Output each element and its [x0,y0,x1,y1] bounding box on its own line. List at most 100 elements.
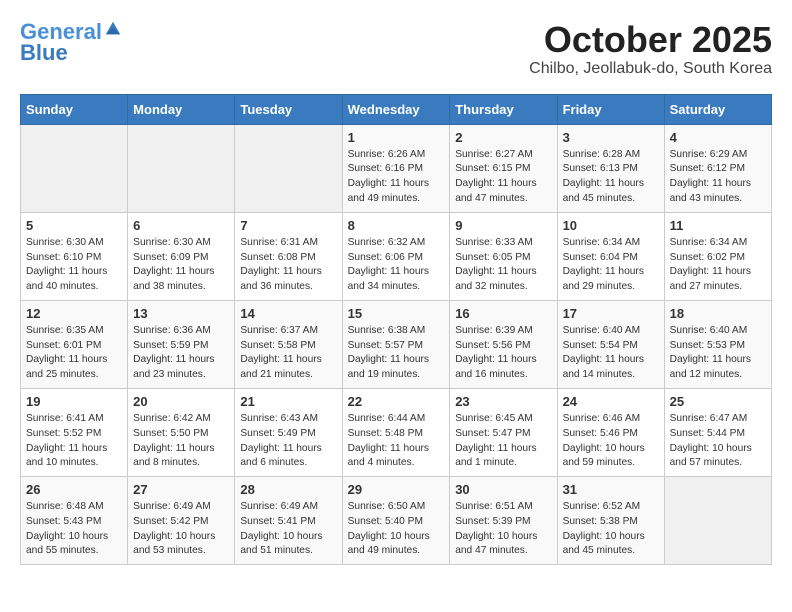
logo-icon [104,20,122,38]
day-info: Sunrise: 6:37 AM Sunset: 5:58 PM Dayligh… [240,324,336,383]
calendar-cell: 29Sunrise: 6:50 AM Sunset: 5:40 PM Dayli… [342,477,450,565]
calendar-cell: 11 Sunrise: 6:34 AM Sunset: 6:02 PM Dayli… [664,212,771,300]
calendar-cell: 23 Sunrise: 6:45 AM Sunset: 5:47 PM Dayli… [450,388,557,476]
day-number: 30 [455,482,551,497]
day-info: Sunrise: 6:32 AM Sunset: 6:06 PM Dayligh… [348,236,445,295]
day-info: Sunrise: 6:28 AM Sunset: 6:13 PM Dayligh… [563,148,659,207]
day-number: 7 [240,218,336,233]
day-number: 5 [26,218,122,233]
calendar-week-5: 26 Sunrise: 6:48 AM Sunset: 5:43 PM Dayli… [21,477,772,565]
calendar-cell: 18 Sunrise: 6:40 AM Sunset: 5:53 PM Dayli… [664,300,771,388]
day-info: Sunrise: 6:33 AM Sunset: 6:05 PM Dayligh… [455,236,551,295]
calendar-cell [235,124,342,212]
day-info: Sunrise: 6:44 AM Sunset: 5:48 PM Dayligh… [348,412,445,471]
day-number: 19 [26,394,122,409]
day-number: 13 [133,306,229,321]
calendar-table: SundayMondayTuesdayWednesdayThursdayFrid… [20,94,772,566]
calendar-cell: 14 Sunrise: 6:37 AM Sunset: 5:58 PM Dayli… [235,300,342,388]
title-block: October 2025 Chilbo, Jeollabuk-do, South… [529,20,772,78]
day-info: Sunrise: 6:34 AM Sunset: 6:04 PM Dayligh… [563,236,659,295]
day-number: 24 [563,394,659,409]
day-number: 12 [26,306,122,321]
day-number: 8 [348,218,445,233]
calendar-cell: 17 Sunrise: 6:40 AM Sunset: 5:54 PM Dayli… [557,300,664,388]
day-info: Sunrise: 6:30 AM Sunset: 6:09 PM Dayligh… [133,236,229,295]
calendar-cell: 5 Sunrise: 6:30 AM Sunset: 6:10 PM Daylig… [21,212,128,300]
day-number: 28 [240,482,336,497]
day-info: Sunrise: 6:45 AM Sunset: 5:47 PM Dayligh… [455,412,551,471]
weekday-header-tuesday: Tuesday [235,94,342,124]
day-info: Sunrise: 6:30 AM Sunset: 6:10 PM Dayligh… [26,236,122,295]
calendar-cell: 10 Sunrise: 6:34 AM Sunset: 6:04 PM Dayli… [557,212,664,300]
page-header: General Blue October 2025 Chilbo, Jeolla… [20,20,772,78]
calendar-cell: 16Sunrise: 6:39 AM Sunset: 5:56 PM Dayli… [450,300,557,388]
day-number: 18 [670,306,766,321]
day-number: 3 [563,130,659,145]
day-number: 14 [240,306,336,321]
day-info: Sunrise: 6:26 AM Sunset: 6:16 PM Dayligh… [348,148,445,207]
day-number: 20 [133,394,229,409]
calendar-cell: 24 Sunrise: 6:46 AM Sunset: 5:46 PM Dayli… [557,388,664,476]
day-number: 9 [455,218,551,233]
day-info: Sunrise: 6:41 AM Sunset: 5:52 PM Dayligh… [26,412,122,471]
calendar-cell [664,477,771,565]
day-info: Sunrise: 6:40 AM Sunset: 5:53 PM Dayligh… [670,324,766,383]
day-info: Sunrise: 6:50 AM Sunset: 5:40 PM Dayligh… [348,500,445,559]
day-info: Sunrise: 6:51 AM Sunset: 5:39 PM Dayligh… [455,500,551,559]
weekday-header-friday: Friday [557,94,664,124]
logo: General Blue [20,20,122,66]
day-number: 22 [348,394,445,409]
calendar-cell: 8 Sunrise: 6:32 AM Sunset: 6:06 PM Daylig… [342,212,450,300]
calendar-cell: 3 Sunrise: 6:28 AM Sunset: 6:13 PM Daylig… [557,124,664,212]
weekday-header-wednesday: Wednesday [342,94,450,124]
calendar-cell [21,124,128,212]
day-number: 10 [563,218,659,233]
day-number: 16 [455,306,551,321]
day-info: Sunrise: 6:35 AM Sunset: 6:01 PM Dayligh… [26,324,122,383]
calendar-cell: 12 Sunrise: 6:35 AM Sunset: 6:01 PM Dayli… [21,300,128,388]
calendar-header-row: SundayMondayTuesdayWednesdayThursdayFrid… [21,94,772,124]
day-number: 23 [455,394,551,409]
day-info: Sunrise: 6:36 AM Sunset: 5:59 PM Dayligh… [133,324,229,383]
day-info: Sunrise: 6:40 AM Sunset: 5:54 PM Dayligh… [563,324,659,383]
calendar-cell: 4 Sunrise: 6:29 AM Sunset: 6:12 PM Daylig… [664,124,771,212]
day-number: 27 [133,482,229,497]
calendar-cell: 6Sunrise: 6:30 AM Sunset: 6:09 PM Daylig… [128,212,235,300]
weekday-header-sunday: Sunday [21,94,128,124]
day-number: 21 [240,394,336,409]
calendar-cell: 30 Sunrise: 6:51 AM Sunset: 5:39 PM Dayli… [450,477,557,565]
calendar-cell: 27 Sunrise: 6:49 AM Sunset: 5:42 PM Dayli… [128,477,235,565]
calendar-cell: 7 Sunrise: 6:31 AM Sunset: 6:08 PM Daylig… [235,212,342,300]
calendar-week-4: 19 Sunrise: 6:41 AM Sunset: 5:52 PM Dayli… [21,388,772,476]
location: Chilbo, Jeollabuk-do, South Korea [529,60,772,78]
day-info: Sunrise: 6:46 AM Sunset: 5:46 PM Dayligh… [563,412,659,471]
month-title: October 2025 [529,20,772,60]
day-info: Sunrise: 6:34 AM Sunset: 6:02 PM Dayligh… [670,236,766,295]
day-number: 1 [348,130,445,145]
day-info: Sunrise: 6:42 AM Sunset: 5:50 PM Dayligh… [133,412,229,471]
day-info: Sunrise: 6:43 AM Sunset: 5:49 PM Dayligh… [240,412,336,471]
weekday-header-saturday: Saturday [664,94,771,124]
day-info: Sunrise: 6:52 AM Sunset: 5:38 PM Dayligh… [563,500,659,559]
calendar-cell: 26 Sunrise: 6:48 AM Sunset: 5:43 PM Dayli… [21,477,128,565]
day-number: 17 [563,306,659,321]
day-number: 26 [26,482,122,497]
day-info: Sunrise: 6:49 AM Sunset: 5:42 PM Dayligh… [133,500,229,559]
calendar-cell: 20 Sunrise: 6:42 AM Sunset: 5:50 PM Dayli… [128,388,235,476]
day-info: Sunrise: 6:48 AM Sunset: 5:43 PM Dayligh… [26,500,122,559]
calendar-cell: 21 Sunrise: 6:43 AM Sunset: 5:49 PM Dayli… [235,388,342,476]
calendar-cell: 31Sunrise: 6:52 AM Sunset: 5:38 PM Dayli… [557,477,664,565]
calendar-cell: 22 Sunrise: 6:44 AM Sunset: 5:48 PM Dayli… [342,388,450,476]
calendar-cell: 2Sunrise: 6:27 AM Sunset: 6:15 PM Daylig… [450,124,557,212]
day-number: 25 [670,394,766,409]
day-info: Sunrise: 6:31 AM Sunset: 6:08 PM Dayligh… [240,236,336,295]
day-number: 4 [670,130,766,145]
calendar-cell: 25 Sunrise: 6:47 AM Sunset: 5:44 PM Dayli… [664,388,771,476]
calendar-week-3: 12 Sunrise: 6:35 AM Sunset: 6:01 PM Dayli… [21,300,772,388]
day-info: Sunrise: 6:49 AM Sunset: 5:41 PM Dayligh… [240,500,336,559]
day-info: Sunrise: 6:47 AM Sunset: 5:44 PM Dayligh… [670,412,766,471]
day-number: 11 [670,218,766,233]
calendar-week-1: 1 Sunrise: 6:26 AM Sunset: 6:16 PM Daylig… [21,124,772,212]
day-number: 15 [348,306,445,321]
day-info: Sunrise: 6:29 AM Sunset: 6:12 PM Dayligh… [670,148,766,207]
